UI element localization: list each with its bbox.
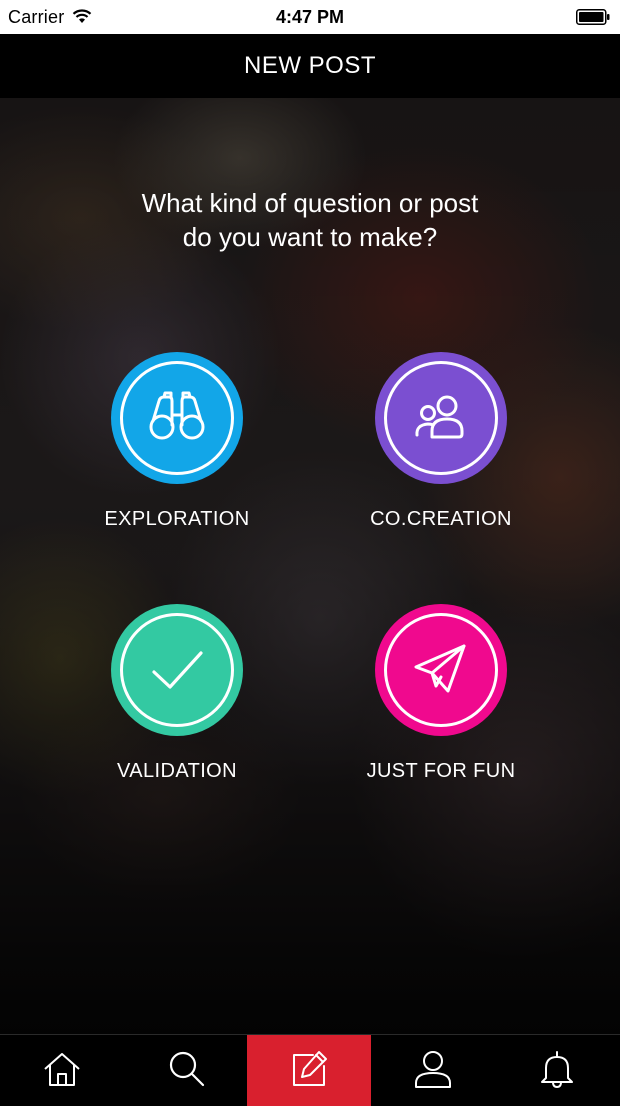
paper-plane-icon bbox=[414, 644, 466, 693]
prompt-text: What kind of question or post do you wan… bbox=[0, 186, 620, 254]
post-type-picker: What kind of question or post do you wan… bbox=[0, 98, 620, 1034]
prompt-line-1: What kind of question or post bbox=[141, 188, 479, 218]
validation-button[interactable] bbox=[111, 604, 243, 736]
validation-label: VALIDATION bbox=[117, 760, 237, 782]
battery-icon bbox=[576, 9, 610, 25]
bell-icon bbox=[541, 1051, 573, 1088]
just-for-fun-label: JUST FOR FUN bbox=[366, 760, 516, 782]
tab-home[interactable] bbox=[0, 1035, 124, 1106]
just-for-fun-option[interactable]: JUST FOR FUN bbox=[331, 604, 551, 804]
tab-profile[interactable] bbox=[371, 1035, 495, 1106]
exploration-button[interactable] bbox=[111, 352, 243, 484]
tab-compose[interactable] bbox=[247, 1035, 371, 1106]
tab-bar bbox=[0, 1034, 620, 1106]
status-bar: Carrier 4:47 PM bbox=[0, 0, 620, 34]
cocreation-label: CO.CREATION bbox=[370, 508, 512, 530]
tab-notifications[interactable] bbox=[495, 1035, 619, 1106]
search-icon bbox=[169, 1051, 205, 1087]
compose-icon bbox=[293, 1051, 327, 1086]
exploration-option[interactable]: EXPLORATION bbox=[67, 352, 287, 552]
navigation-bar: NEW POST bbox=[0, 34, 620, 99]
validation-option[interactable]: VALIDATION bbox=[67, 604, 287, 804]
people-icon bbox=[415, 395, 464, 439]
tab-search[interactable] bbox=[124, 1035, 248, 1106]
profile-icon bbox=[415, 1051, 451, 1088]
binoculars-icon bbox=[149, 391, 205, 440]
exploration-label: EXPLORATION bbox=[104, 508, 250, 530]
home-icon bbox=[44, 1053, 80, 1086]
page-title: NEW POST bbox=[243, 52, 376, 79]
prompt-line-2: do you want to make? bbox=[182, 222, 438, 252]
clock: 4:47 PM bbox=[275, 7, 345, 27]
cocreation-button[interactable] bbox=[375, 352, 507, 484]
checkmark-icon bbox=[152, 651, 203, 689]
just-for-fun-button[interactable] bbox=[375, 604, 507, 736]
cocreation-option[interactable]: CO.CREATION bbox=[331, 352, 551, 552]
